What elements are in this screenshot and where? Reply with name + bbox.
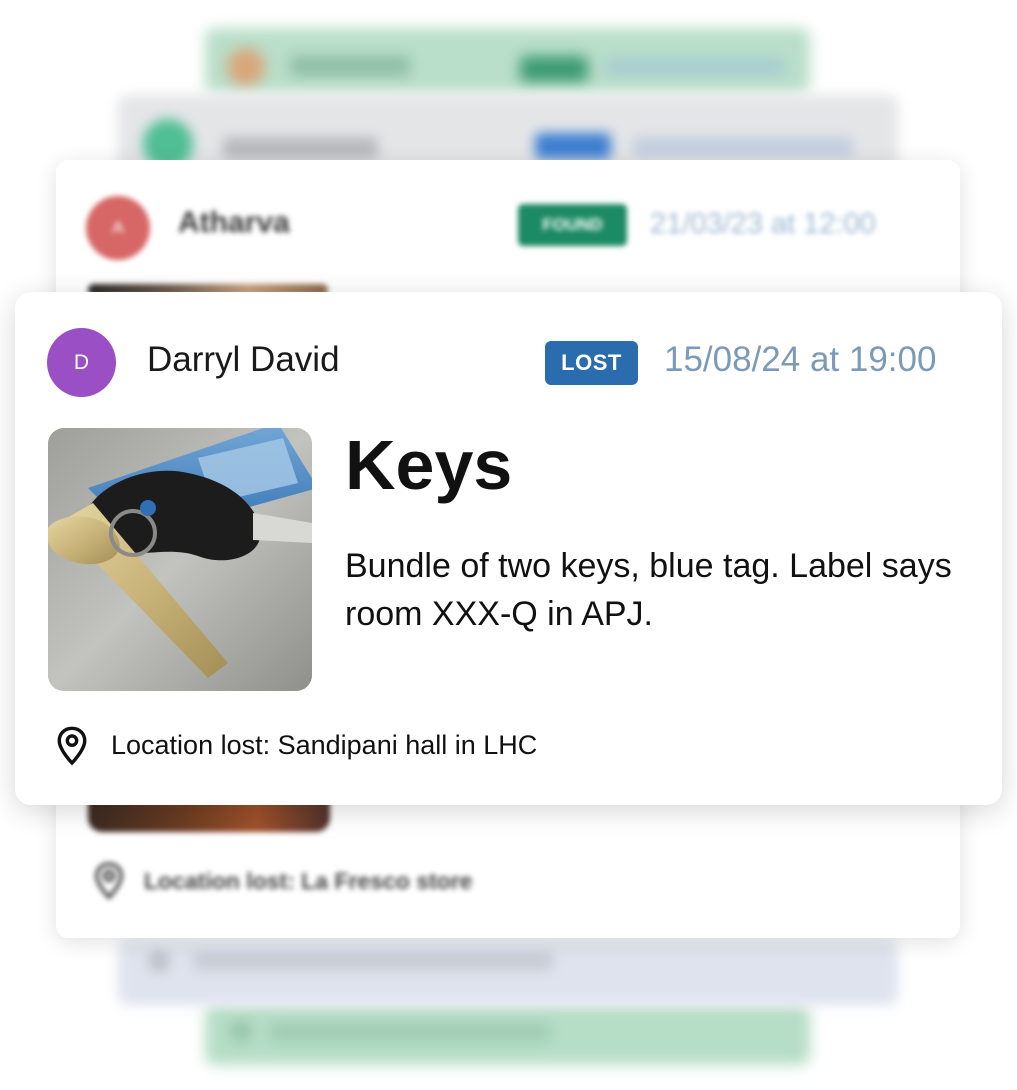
stacked-post-card-bottom — [118, 940, 898, 1005]
item-description: Bundle of two keys, blue tag. Label says… — [345, 547, 952, 633]
status-badge — [520, 56, 588, 82]
status-badge: LOST — [545, 341, 638, 385]
location-placeholder — [193, 952, 553, 970]
map-pin-icon — [148, 950, 170, 972]
author-name: Atharva — [178, 206, 290, 239]
stacked-post-card-bottom — [205, 1005, 810, 1065]
avatar: A — [86, 196, 150, 260]
stacked-post-card-back — [205, 28, 810, 93]
map-pin-icon — [57, 726, 87, 766]
status-badge: FOUND — [518, 204, 627, 246]
avatar: D — [47, 328, 116, 397]
item-title: Keys — [345, 426, 513, 504]
avatar — [227, 48, 265, 86]
map-pin-icon — [95, 862, 123, 900]
author-name: Darryl David — [147, 340, 340, 379]
item-photo — [48, 428, 312, 691]
location-placeholder — [270, 1023, 550, 1041]
map-pin-icon — [230, 1020, 252, 1042]
post-date-placeholder — [605, 58, 785, 76]
post-date-placeholder — [633, 137, 853, 157]
keys-photo-illustration — [48, 428, 312, 691]
post-date: 21/03/23 at 12:00 — [650, 208, 876, 240]
location-text: Location lost: La Fresco store — [144, 868, 473, 894]
post-date: 15/08/24 at 19:00 — [664, 340, 937, 379]
author-name-placeholder — [290, 56, 410, 76]
post-card-darryl-david[interactable]: D Darryl David LOST 15/08/24 at 19:00 Ke… — [15, 292, 1002, 805]
author-name-placeholder — [223, 137, 378, 159]
status-badge — [535, 133, 611, 159]
location-text: Location lost: Sandipani hall in LHC — [111, 730, 538, 760]
